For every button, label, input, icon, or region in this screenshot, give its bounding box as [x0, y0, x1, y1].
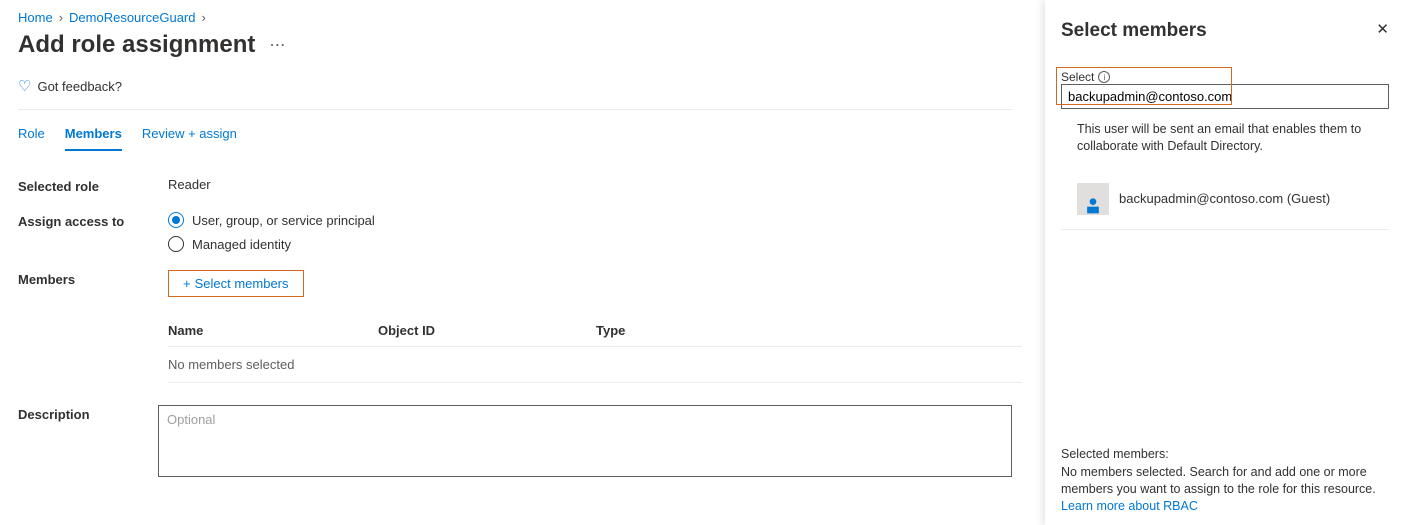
tabs: Role Members Review + assign — [18, 114, 1012, 151]
heart-icon: ♡ — [18, 77, 31, 95]
radio-managed-identity[interactable]: Managed identity — [168, 236, 1012, 252]
more-actions-button[interactable]: ⋯ — [269, 35, 285, 55]
radio-icon — [168, 212, 184, 228]
radio-user-group-sp[interactable]: User, group, or service principal — [168, 212, 1012, 228]
select-members-text: Select members — [195, 276, 289, 291]
assign-access-label: Assign access to — [18, 212, 168, 252]
select-field-label: Select — [1061, 70, 1094, 84]
col-header-objectid: Object ID — [378, 323, 596, 338]
col-header-name: Name — [168, 323, 378, 338]
members-table: Name Object ID Type No members selected — [168, 315, 1022, 383]
radio-mi-label: Managed identity — [192, 237, 291, 252]
chevron-right-icon: › — [59, 10, 63, 25]
flyout-help-text: This user will be sent an email that ena… — [1061, 121, 1389, 155]
radio-icon — [168, 236, 184, 252]
select-members-link[interactable]: + Select members — [168, 270, 304, 297]
chevron-right-icon: › — [201, 10, 205, 25]
page-title: Add role assignment — [18, 31, 255, 59]
plus-icon: + — [183, 276, 191, 291]
breadcrumb: Home › DemoResourceGuard › — [18, 10, 1012, 25]
feedback-link[interactable]: ♡ Got feedback? — [18, 77, 1012, 110]
tab-members[interactable]: Members — [65, 126, 122, 151]
close-button[interactable]: ✕ — [1376, 20, 1389, 38]
tab-review[interactable]: Review + assign — [142, 126, 237, 151]
description-label: Description — [18, 405, 158, 480]
selected-members-label: Selected members: — [1061, 446, 1389, 463]
learn-more-link[interactable]: Learn more about RBAC — [1061, 499, 1198, 513]
search-result-item[interactable]: backupadmin@contoso.com (Guest) — [1061, 177, 1389, 230]
close-icon: ✕ — [1376, 21, 1389, 38]
breadcrumb-home[interactable]: Home — [18, 10, 53, 25]
result-display-name: backupadmin@contoso.com (Guest) — [1119, 191, 1330, 206]
tab-role[interactable]: Role — [18, 126, 45, 151]
member-search-input[interactable] — [1061, 84, 1389, 109]
avatar-icon — [1077, 183, 1109, 215]
info-icon[interactable]: i — [1098, 71, 1110, 83]
breadcrumb-resource[interactable]: DemoResourceGuard — [69, 10, 195, 25]
selected-role-label: Selected role — [18, 177, 168, 194]
no-members-row: No members selected — [168, 346, 1022, 383]
radio-user-label: User, group, or service principal — [192, 213, 375, 228]
flyout-title: Select members — [1061, 20, 1207, 42]
select-members-panel: Select members ✕ Select i This user will… — [1045, 0, 1405, 525]
members-label: Members — [18, 270, 168, 297]
selected-role-value: Reader — [168, 177, 1012, 194]
col-header-type: Type — [596, 323, 1022, 338]
selected-members-text: No members selected. Search for and add … — [1061, 464, 1389, 498]
feedback-label: Got feedback? — [37, 79, 122, 94]
person-icon — [1083, 195, 1103, 215]
description-input[interactable] — [158, 405, 1012, 477]
